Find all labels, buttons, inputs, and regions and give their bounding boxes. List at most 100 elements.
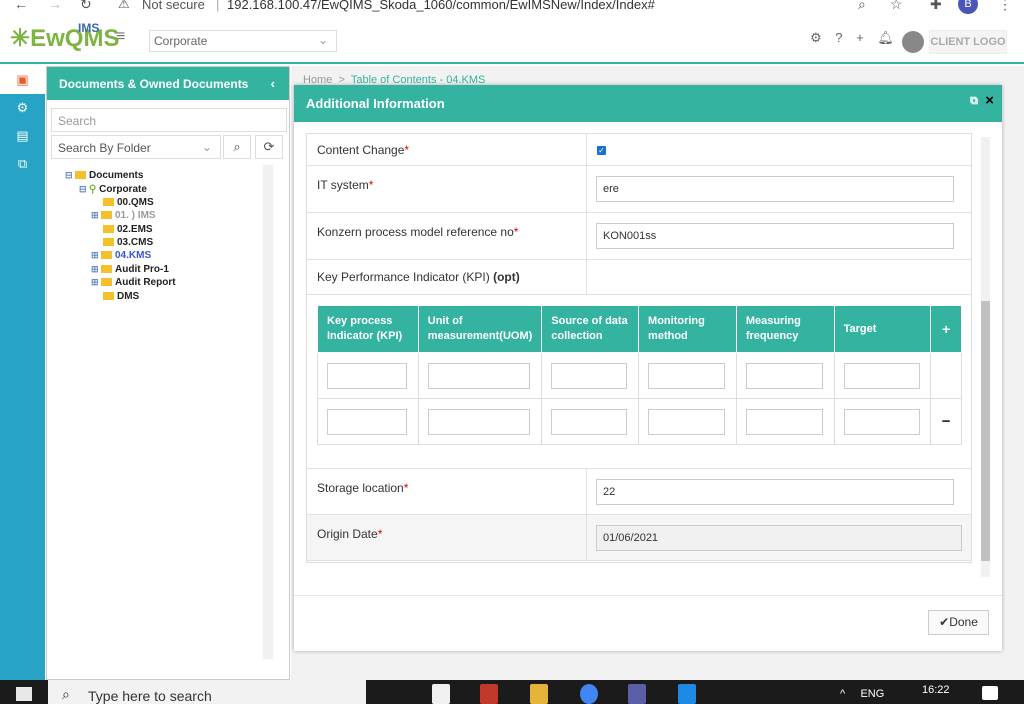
tree-node-dms[interactable]: DMS: [103, 291, 139, 302]
external-link-icon[interactable]: ⧉: [970, 95, 978, 108]
settings-nav-icon[interactable]: ⚙: [0, 94, 45, 122]
folder-tree: ⊟ Documents ⊟ ⚲ Corporate 00.QMS ⊞ 01. ) IM…: [51, 165, 271, 665]
tree-node-01ims[interactable]: ⊞ 01. ) IMS: [91, 210, 156, 221]
origin-date-input: 01/06/2021: [596, 525, 962, 551]
extensions-icon[interactable]: ✚: [930, 0, 942, 13]
source-input[interactable]: [551, 408, 628, 435]
app-icon[interactable]: [678, 684, 696, 704]
target-input[interactable]: [843, 362, 920, 389]
user-avatar[interactable]: [902, 31, 924, 53]
app-icon[interactable]: [480, 684, 498, 704]
kpi-col-kpi: Key process Indicator (KPI): [317, 305, 419, 353]
logo-ims: IMS: [78, 21, 100, 35]
taskbar-search-placeholder: Type here to search: [88, 688, 212, 704]
konzern-row: Konzern process model reference no* KON0…: [307, 213, 971, 260]
additional-info-modal: Additional Information ⧉ × Content Chang…: [294, 85, 1002, 651]
chevron-up-icon[interactable]: ^: [840, 688, 845, 700]
star-icon[interactable]: ☆: [890, 0, 903, 13]
clock[interactable]: 16:22: [922, 684, 950, 696]
zoom-icon[interactable]: ⌕: [858, 0, 866, 13]
uom-input[interactable]: [427, 362, 530, 389]
tree-node-04kms[interactable]: ⊞ 04.KMS: [91, 250, 151, 261]
target-input[interactable]: [843, 408, 920, 435]
frequency-input[interactable]: [745, 408, 823, 435]
taskbar-search[interactable]: ⌕ Type here to search: [48, 680, 366, 704]
tree-node-audit-report[interactable]: ⊞ Audit Report: [91, 277, 176, 288]
settings-icon[interactable]: ⚙: [810, 30, 822, 46]
reload-icon[interactable]: ↻: [80, 0, 92, 13]
it-system-input[interactable]: ere: [596, 176, 954, 202]
kpi-table-row: −: [317, 398, 962, 445]
kpi-input[interactable]: [327, 362, 407, 389]
kpi-col-frequency: Measuring frequency: [735, 305, 835, 353]
help-icon[interactable]: ?: [835, 30, 842, 45]
search-button[interactable]: ⌕: [223, 135, 251, 159]
bell-icon[interactable]: 🔔︎: [877, 30, 894, 46]
content-change-row: Content Change* ✓: [307, 134, 971, 166]
search-input[interactable]: Search: [51, 108, 287, 132]
copy-nav-icon[interactable]: ⧉: [0, 150, 45, 178]
folder-select[interactable]: Search By Folder ⌄: [51, 135, 221, 159]
tree-node-02ems[interactable]: 02.EMS: [103, 224, 153, 235]
profile-avatar[interactable]: B: [958, 0, 978, 14]
file-icon[interactable]: [432, 684, 450, 704]
windows-start-icon[interactable]: [16, 687, 32, 701]
kpi-col-uom: Unit of measurement(UOM): [417, 305, 543, 353]
source-input[interactable]: [551, 362, 628, 389]
hamburger-menu-icon[interactable]: ≡: [116, 28, 125, 46]
tree-node-audit-pro[interactable]: ⊞ Audit Pro-1: [91, 264, 169, 275]
tree-node-documents[interactable]: ⊟ Documents: [65, 170, 143, 181]
add-icon[interactable]: +: [856, 30, 864, 45]
tree-node-00qms[interactable]: 00.QMS: [103, 197, 154, 208]
uom-input[interactable]: [427, 408, 530, 435]
modal-scrollbar[interactable]: [981, 137, 990, 577]
tree-scrollbar[interactable]: [263, 165, 273, 659]
remove-row-button[interactable]: −: [930, 398, 962, 445]
warning-icon: ⚠: [118, 0, 130, 11]
documents-nav-icon[interactable]: ▣: [0, 66, 45, 94]
frequency-input[interactable]: [745, 362, 823, 389]
forward-icon[interactable]: →: [48, 0, 62, 12]
language-indicator[interactable]: ENG: [860, 688, 884, 700]
storage-input[interactable]: 22: [596, 479, 954, 505]
chrome-icon[interactable]: [580, 684, 598, 704]
it-system-label: IT system*: [317, 178, 374, 192]
modal-footer-divider: [294, 595, 1002, 596]
konzern-input[interactable]: KON001ss: [596, 223, 954, 249]
tree-node-corporate[interactable]: ⊟ ⚲ Corporate: [79, 184, 147, 195]
url-text[interactable]: 192.168.100.47/EwQIMS_Skoda_1060/common/…: [227, 0, 655, 12]
folder-select-value: Search By Folder: [58, 141, 151, 155]
documents-panel-header: Documents & Owned Documents ‹: [47, 67, 289, 100]
folder-icon[interactable]: [530, 684, 548, 704]
modal-scrollbar-thumb[interactable]: [981, 301, 990, 561]
add-row-button[interactable]: +: [930, 305, 962, 353]
security-label: Not secure: [142, 0, 205, 12]
browser-bar: ← → ↻ ⚠ Not secure | 192.168.100.47/EwQI…: [0, 0, 1024, 14]
done-button[interactable]: ✔Done: [928, 610, 989, 635]
org-select[interactable]: Corporate ⌄: [149, 30, 337, 52]
check-icon: ✔: [939, 615, 950, 629]
search-icon: ⌕: [62, 686, 70, 702]
refresh-button[interactable]: ⟳: [255, 135, 283, 159]
content-change-checkbox[interactable]: ✓: [597, 146, 606, 155]
kpi-input[interactable]: [327, 408, 407, 435]
method-input[interactable]: [648, 362, 726, 389]
back-icon[interactable]: ←: [14, 0, 28, 12]
it-system-row: IT system* ere: [307, 166, 971, 213]
refresh-icon: ⟳: [263, 139, 275, 154]
address-bar[interactable]: ⚠ Not secure | 192.168.100.47/EwQIMS_Sko…: [112, 0, 952, 14]
notifications-icon[interactable]: [982, 686, 998, 700]
browser-menu-icon[interactable]: ⋮: [998, 0, 1012, 13]
close-icon[interactable]: ×: [985, 92, 994, 109]
app-icon[interactable]: [628, 684, 646, 704]
kpi-table-header: Key process Indicator (KPI) Unit of meas…: [317, 305, 962, 353]
building-nav-icon[interactable]: ▤: [0, 122, 45, 150]
kpi-col-method: Monitoring method: [638, 305, 737, 353]
documents-panel-title: Documents & Owned Documents: [59, 77, 249, 91]
tree-node-03cms[interactable]: 03.CMS: [103, 237, 153, 248]
collapse-icon[interactable]: ‹: [271, 76, 275, 91]
kpi-table-row: [317, 352, 962, 399]
kpi-col-source: Source of data collection: [541, 305, 640, 353]
konzern-label: Konzern process model reference no*: [317, 225, 519, 239]
method-input[interactable]: [648, 408, 726, 435]
